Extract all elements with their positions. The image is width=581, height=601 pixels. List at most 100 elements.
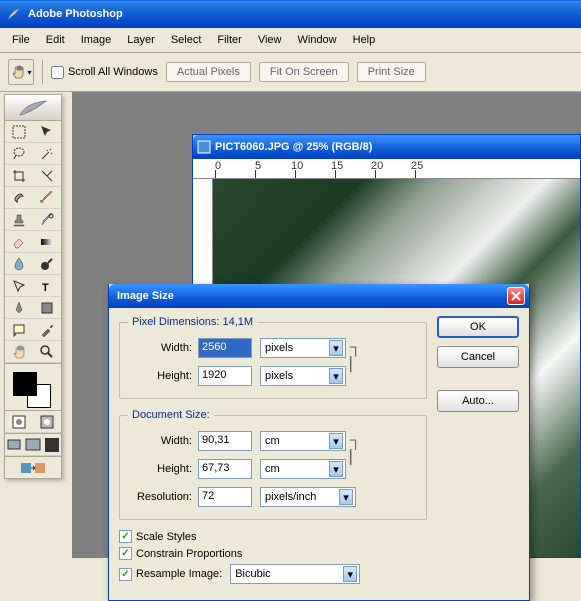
chevron-down-icon: ▾ xyxy=(329,433,343,449)
doc-width-label: Width: xyxy=(128,435,198,447)
chevron-down-icon: ▾ xyxy=(329,368,343,384)
doc-width-input[interactable]: 90,31 xyxy=(198,431,252,451)
screen-mode-standard[interactable] xyxy=(5,434,24,456)
chevron-down-icon: ▾ xyxy=(329,340,343,356)
menu-filter[interactable]: Filter xyxy=(209,32,249,48)
app-title: Adobe Photoshop xyxy=(28,8,123,20)
workspace: PICT6060.JPG @ 25% (RGB/8) 0 5 10 15 20 … xyxy=(0,92,581,558)
options-bar: ▾ Scroll All Windows Actual Pixels Fit O… xyxy=(0,53,581,92)
doc-height-unit-select[interactable]: cm▾ xyxy=(260,459,346,479)
quickmask-on[interactable] xyxy=(33,411,61,433)
px-height-unit-select[interactable]: pixels▾ xyxy=(260,366,346,386)
menu-layer[interactable]: Layer xyxy=(119,32,163,48)
constrain-label: Constrain Proportions xyxy=(136,548,242,560)
constrain-proportions-checkbox[interactable]: ✓ Constrain Proportions xyxy=(119,547,427,560)
resolution-unit-select[interactable]: pixels/inch▾ xyxy=(260,487,356,507)
dodge-tool[interactable] xyxy=(33,253,61,275)
imageready-icon xyxy=(21,461,45,475)
document-size-group: Document Size: Width: 90,31 cm▾ ┐ Height… xyxy=(119,409,427,520)
chevron-down-icon: ▾ xyxy=(329,461,343,477)
chevron-down-icon: ▾ xyxy=(27,68,31,77)
auto-button[interactable]: Auto... xyxy=(437,390,519,412)
px-link-top: ┐ xyxy=(350,339,364,357)
toolbox: T xyxy=(4,94,62,479)
app-icon xyxy=(6,6,22,22)
cancel-button[interactable]: Cancel xyxy=(437,346,519,368)
doc-height-input[interactable]: 67,73 xyxy=(198,459,252,479)
px-width-unit-select[interactable]: pixels▾ xyxy=(260,338,346,358)
scroll-all-label: Scroll All Windows xyxy=(68,66,158,78)
type-tool[interactable]: T xyxy=(33,275,61,297)
quickmask-off[interactable] xyxy=(5,411,33,433)
menu-image[interactable]: Image xyxy=(73,32,120,48)
actual-pixels-button[interactable]: Actual Pixels xyxy=(166,62,251,82)
check-icon: ✓ xyxy=(119,568,132,581)
shape-tool[interactable] xyxy=(33,297,61,319)
hand-icon xyxy=(10,64,26,80)
resample-method-select[interactable]: Bicubic▾ xyxy=(230,564,360,584)
color-swatches[interactable] xyxy=(5,363,61,411)
screen-mode-full[interactable] xyxy=(42,434,61,456)
fit-on-screen-button[interactable]: Fit On Screen xyxy=(259,62,349,82)
imageready-jump[interactable] xyxy=(5,456,61,478)
history-brush-tool[interactable] xyxy=(33,209,61,231)
chevron-down-icon: ▾ xyxy=(343,566,357,582)
path-tool[interactable] xyxy=(5,275,33,297)
screen-mode-full-menubar[interactable] xyxy=(24,434,43,456)
document-icon xyxy=(197,140,211,154)
scroll-all-windows-checkbox[interactable]: Scroll All Windows xyxy=(51,66,158,79)
ruler-horizontal[interactable]: 0 5 10 15 20 25 xyxy=(193,159,580,179)
wand-tool[interactable] xyxy=(33,143,61,165)
hand-tool-preset[interactable]: ▾ xyxy=(8,59,34,85)
pixel-dimensions-group: Pixel Dimensions: 14,1M Width: 2560 pixe… xyxy=(119,316,427,399)
marquee-tool[interactable] xyxy=(5,121,33,143)
feather-icon xyxy=(18,99,48,117)
lasso-tool[interactable] xyxy=(5,143,33,165)
print-size-button[interactable]: Print Size xyxy=(357,62,426,82)
notes-tool[interactable] xyxy=(5,319,33,341)
close-button[interactable] xyxy=(507,287,525,305)
document-titlebar[interactable]: PICT6060.JPG @ 25% (RGB/8) xyxy=(193,135,580,159)
blur-tool[interactable] xyxy=(5,253,33,275)
hand-tool[interactable] xyxy=(5,341,33,363)
px-width-input[interactable]: 2560 xyxy=(198,338,252,358)
dialog-titlebar[interactable]: Image Size xyxy=(109,284,529,308)
menu-select[interactable]: Select xyxy=(163,32,210,48)
foreground-color-swatch[interactable] xyxy=(13,372,37,396)
eraser-tool[interactable] xyxy=(5,231,33,253)
menu-window[interactable]: Window xyxy=(290,32,345,48)
stamp-tool[interactable] xyxy=(5,209,33,231)
document-size-legend: Document Size: xyxy=(128,409,214,421)
check-icon: ✓ xyxy=(119,547,132,560)
scale-styles-checkbox[interactable]: ✓ Scale Styles xyxy=(119,530,427,543)
eyedropper-tool[interactable] xyxy=(33,319,61,341)
pixel-dimensions-legend: Pixel Dimensions: 14,1M xyxy=(128,316,257,328)
slice-tool[interactable] xyxy=(33,165,61,187)
scroll-all-checkbox-input[interactable] xyxy=(51,66,64,79)
doc-width-unit-select[interactable]: cm▾ xyxy=(260,431,346,451)
zoom-tool[interactable] xyxy=(33,341,61,363)
menu-bar: File Edit Image Layer Select Filter View… xyxy=(0,28,581,53)
svg-text:T: T xyxy=(42,282,49,294)
resolution-input[interactable]: 72 xyxy=(198,487,252,507)
ok-button[interactable]: OK xyxy=(437,316,519,338)
menu-help[interactable]: Help xyxy=(345,32,384,48)
px-height-input[interactable]: 1920 xyxy=(198,366,252,386)
pen-tool[interactable] xyxy=(5,297,33,319)
toolbox-header[interactable] xyxy=(5,95,61,121)
chevron-down-icon: ▾ xyxy=(339,489,353,505)
resample-image-checkbox[interactable]: ✓ Resample Image: Bicubic▾ xyxy=(119,564,427,584)
document-title: PICT6060.JPG @ 25% (RGB/8) xyxy=(215,141,372,153)
gradient-tool[interactable] xyxy=(33,231,61,253)
menu-edit[interactable]: Edit xyxy=(38,32,73,48)
heal-tool[interactable] xyxy=(5,187,33,209)
crop-tool[interactable] xyxy=(5,165,33,187)
move-tool[interactable] xyxy=(33,121,61,143)
app-titlebar: Adobe Photoshop xyxy=(0,0,581,28)
menu-file[interactable]: File xyxy=(4,32,38,48)
resolution-label: Resolution: xyxy=(128,491,198,503)
doc-height-label: Height: xyxy=(128,463,198,475)
brush-tool[interactable] xyxy=(33,187,61,209)
menu-view[interactable]: View xyxy=(250,32,290,48)
link-icon: ⎸ xyxy=(350,356,364,374)
